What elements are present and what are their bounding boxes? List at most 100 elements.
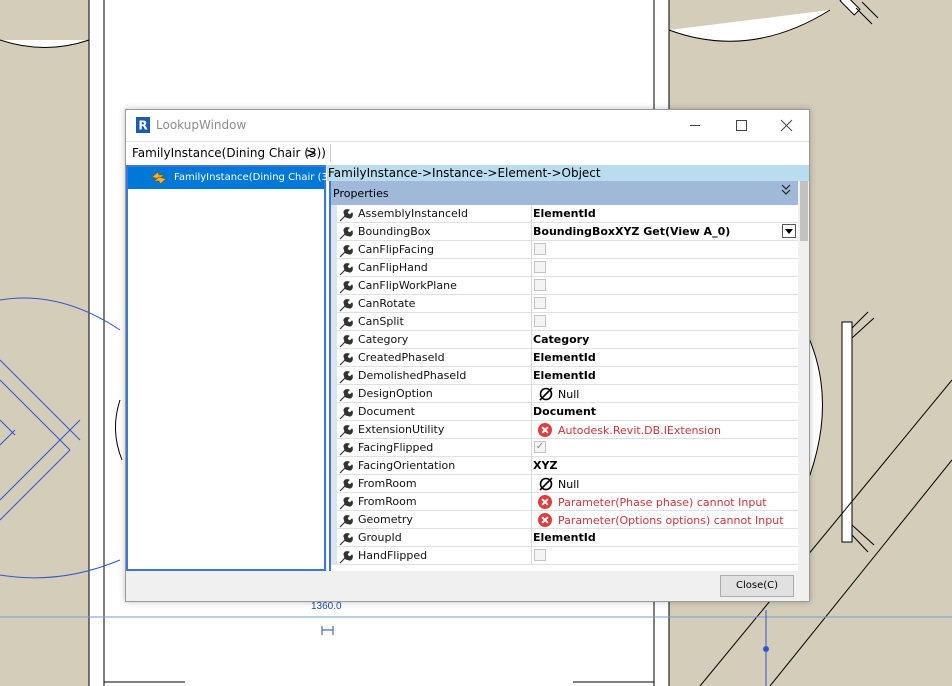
row-gutter: [331, 475, 337, 493]
property-grid[interactable]: Properties AssemblyInstanceId ElementId Bo…: [329, 181, 798, 571]
property-value[interactable]: ✓: [531, 439, 798, 457]
wrench-icon: [339, 423, 353, 438]
property-name: HandFlipped: [358, 549, 428, 562]
property-value[interactable]: Parameter(Options options) cannot Input: [531, 511, 798, 529]
row-gutter: [331, 403, 337, 421]
scrollbar-thumb[interactable]: [800, 181, 808, 241]
window-title: LookupWindow: [156, 118, 247, 132]
property-value[interactable]: Category: [531, 331, 798, 349]
property-value[interactable]: ElementId: [531, 205, 798, 223]
property-rows: AssemblyInstanceId ElementId BoundingBox Bo…: [331, 205, 798, 565]
details-pane: FamilyInstance->Instance->Element->Objec…: [327, 165, 809, 571]
property-value[interactable]: [531, 295, 798, 313]
row-gutter: [331, 385, 337, 403]
property-row[interactable]: HandFlipped: [331, 547, 798, 565]
wrench-icon: [339, 207, 353, 222]
value-text: ElementId: [533, 207, 596, 220]
property-row[interactable]: AssemblyInstanceId ElementId: [331, 205, 798, 223]
error-text: Autodesk.Revit.DB.IExtension: [558, 424, 721, 437]
row-gutter: [331, 529, 337, 547]
property-value[interactable]: Autodesk.Revit.DB.IExtension: [531, 421, 798, 439]
null-text: Null: [558, 388, 580, 401]
title-bar[interactable]: R LookupWindow: [126, 110, 809, 141]
error-text: Parameter(Phase phase) cannot Input: [558, 496, 767, 509]
value-checkbox: [534, 315, 546, 327]
wrench-icon: [339, 459, 353, 474]
property-row[interactable]: FacingOrientation XYZ: [331, 457, 798, 475]
property-row[interactable]: BoundingBox BoundingBoxXYZ Get(View A_0): [331, 223, 798, 241]
minimize-icon[interactable]: [672, 110, 718, 141]
row-gutter: [331, 313, 337, 331]
property-name: FacingFlipped: [358, 441, 434, 454]
close-button[interactable]: Close(C): [720, 575, 794, 597]
property-row[interactable]: Category Category: [331, 331, 798, 349]
value-text: Document: [533, 405, 597, 418]
property-row[interactable]: DesignOption Null: [331, 385, 798, 403]
property-row[interactable]: FromRoom Parameter(Phase phase) cannot In…: [331, 493, 798, 511]
property-value[interactable]: Null: [531, 385, 798, 403]
property-value[interactable]: [531, 547, 798, 565]
property-row[interactable]: CanFlipFacing: [331, 241, 798, 259]
property-value[interactable]: [531, 313, 798, 331]
value-checkbox: [534, 279, 546, 291]
property-value[interactable]: XYZ: [531, 457, 798, 475]
vertical-scrollbar[interactable]: [798, 181, 809, 571]
value-text: Category: [533, 333, 590, 346]
breadcrumb-arrow[interactable]: >: [306, 144, 316, 162]
property-value[interactable]: Parameter(Phase phase) cannot Input: [531, 493, 798, 511]
null-icon: [539, 477, 553, 491]
property-row[interactable]: CanRotate: [331, 295, 798, 313]
property-value[interactable]: [531, 259, 798, 277]
breadcrumb-item[interactable]: FamilyInstance(Dining Chair (3)): [128, 144, 331, 162]
property-value[interactable]: Document: [531, 403, 798, 421]
property-row[interactable]: DemolishedPhaseId ElementId: [331, 367, 798, 385]
value-text: BoundingBoxXYZ Get(View A_0): [533, 225, 731, 238]
property-row[interactable]: ExtensionUtility Autodesk.Revit.DB.IExten…: [331, 421, 798, 439]
property-row[interactable]: CanFlipWorkPlane: [331, 277, 798, 295]
wrench-icon: [339, 513, 353, 528]
property-value[interactable]: ElementId: [531, 529, 798, 547]
property-row[interactable]: CreatedPhaseId ElementId: [331, 349, 798, 367]
wrench-icon: [339, 315, 353, 330]
row-gutter: [331, 259, 337, 277]
tree-item-selected[interactable]: FamilyInstance(Dining Chair (3)): [128, 167, 336, 189]
wrench-icon: [339, 297, 353, 312]
wrench-icon: [339, 243, 353, 258]
property-row[interactable]: GroupId ElementId: [331, 529, 798, 547]
property-row[interactable]: FacingFlipped ✓: [331, 439, 798, 457]
value-checkbox: [534, 549, 546, 561]
row-gutter: [331, 277, 337, 295]
row-gutter: [331, 493, 337, 511]
property-value[interactable]: [531, 241, 798, 259]
value-checkbox: [534, 297, 546, 309]
error-text: Parameter(Options options) cannot Input: [558, 514, 784, 527]
value-text: ElementId: [533, 369, 596, 382]
category-header[interactable]: Properties: [331, 181, 798, 205]
property-row[interactable]: FromRoom Null: [331, 475, 798, 493]
wrench-icon: [339, 279, 353, 294]
breadcrumb: FamilyInstance(Dining Chair (3)) >: [126, 141, 809, 166]
maximize-icon[interactable]: [718, 110, 764, 141]
property-value[interactable]: Null: [531, 475, 798, 493]
property-name: FacingOrientation: [358, 459, 456, 472]
object-tree[interactable]: FamilyInstance(Dining Chair (3)): [126, 165, 336, 571]
error-icon: [538, 423, 552, 437]
category-label: Properties: [333, 187, 389, 200]
property-name: DesignOption: [358, 387, 433, 400]
property-row[interactable]: Geometry Parameter(Options options) canno…: [331, 511, 798, 529]
row-gutter: [331, 295, 337, 313]
property-value[interactable]: ElementId: [531, 367, 798, 385]
property-value[interactable]: BoundingBoxXYZ Get(View A_0): [531, 223, 798, 241]
property-value[interactable]: [531, 277, 798, 295]
property-row[interactable]: CanFlipHand: [331, 259, 798, 277]
row-gutter: [331, 331, 337, 349]
close-icon[interactable]: [764, 110, 810, 141]
property-value[interactable]: ElementId: [531, 349, 798, 367]
property-row[interactable]: Document Document: [331, 403, 798, 421]
wrench-icon: [339, 225, 353, 240]
wrench-icon: [339, 387, 353, 402]
row-gutter: [331, 439, 337, 457]
property-row[interactable]: CanSplit: [331, 313, 798, 331]
dropdown-arrow-icon[interactable]: [782, 224, 796, 238]
collapse-chevron-icon[interactable]: [781, 183, 791, 197]
